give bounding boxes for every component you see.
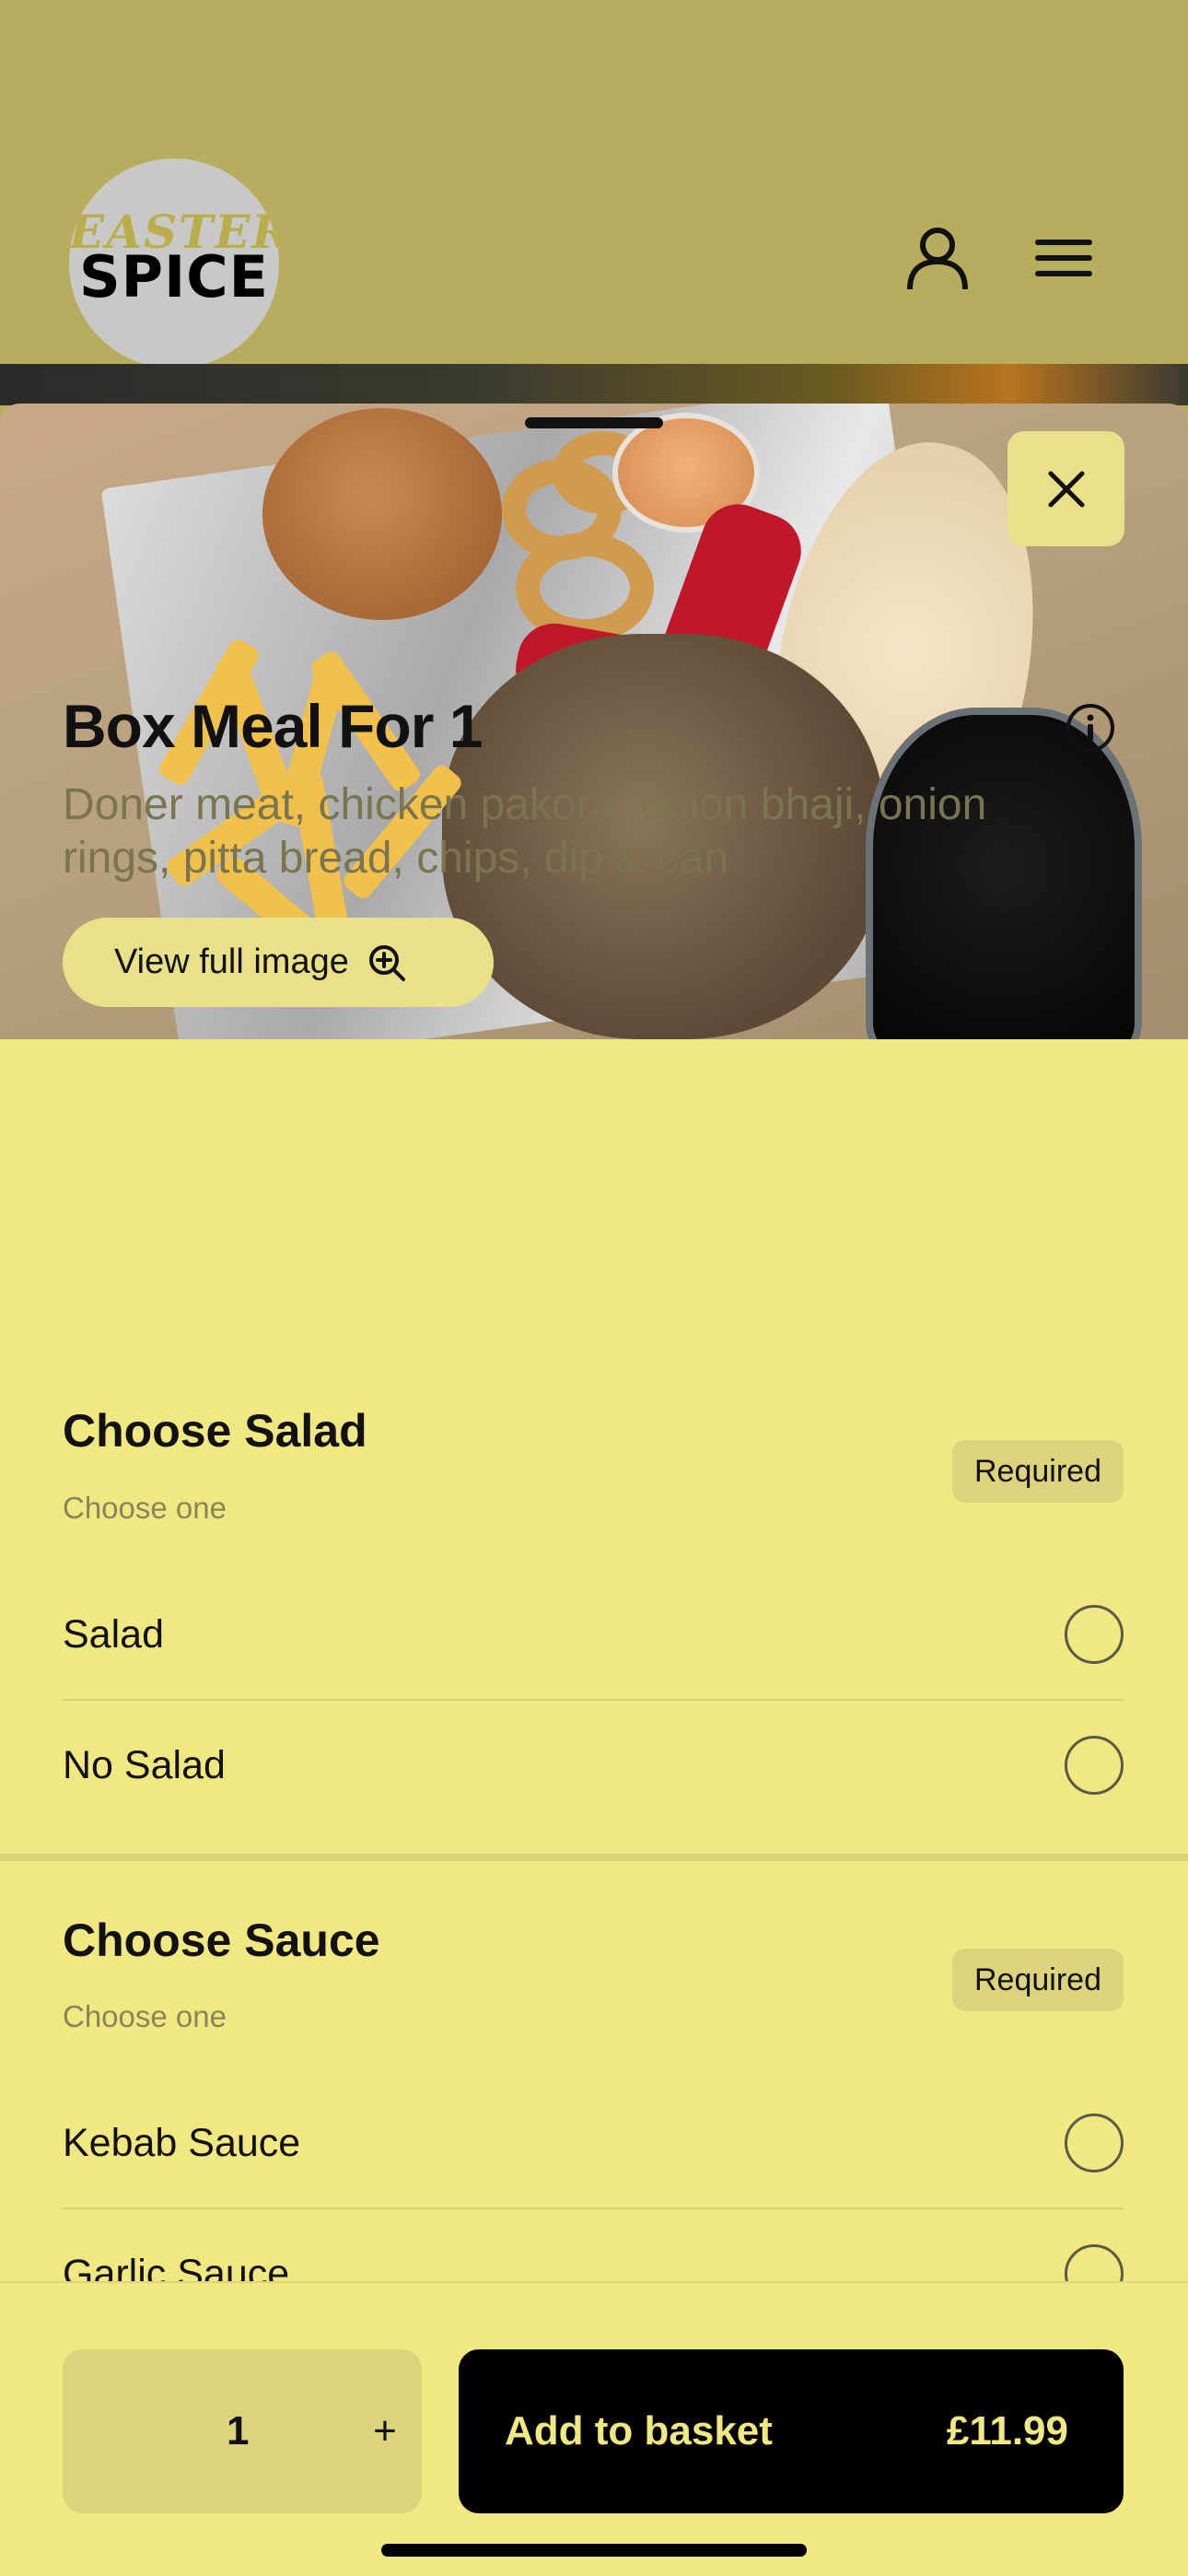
account-button[interactable] xyxy=(901,221,974,295)
quantity-value: 1 xyxy=(227,2408,250,2453)
app-header: EASTERN SPICE xyxy=(0,0,1188,369)
info-icon xyxy=(1066,704,1114,752)
background-banner-image xyxy=(0,364,1188,405)
radio-button[interactable] xyxy=(1065,2113,1124,2172)
sheet-drag-handle[interactable] xyxy=(525,417,663,428)
required-badge: Required xyxy=(952,1440,1124,1503)
view-full-image-label: View full image xyxy=(114,943,349,981)
option-no-salad[interactable]: No Salad xyxy=(63,1701,1124,1830)
option-kebab-sauce[interactable]: Kebab Sauce xyxy=(63,2078,1124,2207)
radio-button[interactable] xyxy=(1065,1736,1124,1795)
item-title: Box Meal For 1 xyxy=(63,692,483,760)
quantity-stepper[interactable]: 1 + xyxy=(63,2349,422,2513)
radio-button[interactable] xyxy=(1065,1605,1124,1664)
section-subtitle-sauce: Choose one xyxy=(63,1999,227,2033)
home-indicator[interactable] xyxy=(381,2544,807,2557)
section-title-sauce: Choose Sauce xyxy=(63,1914,380,1966)
required-badge: Required xyxy=(952,1949,1124,2011)
price-label: £11.99 xyxy=(946,2408,1068,2453)
close-icon xyxy=(1048,471,1084,507)
add-to-basket-button[interactable]: Add to basket £11.99 xyxy=(459,2349,1124,2513)
view-full-image-button[interactable]: View full image xyxy=(63,918,494,1007)
add-to-basket-bar: 1 + Add to basket £11.99 xyxy=(0,2281,1188,2576)
close-button[interactable] xyxy=(1007,431,1124,546)
section-separator xyxy=(0,1854,1188,1861)
item-description: Doner meat, chicken pakora, onion bhaji,… xyxy=(63,780,987,883)
onion-ring xyxy=(516,533,654,643)
option-label: Kebab Sauce xyxy=(63,2120,301,2165)
add-to-basket-label: Add to basket xyxy=(505,2408,773,2453)
option-label: No Salad xyxy=(63,1742,226,1787)
section-title-salad: Choose Salad xyxy=(63,1405,367,1457)
menu-button[interactable] xyxy=(1027,221,1101,295)
option-salad[interactable]: Salad xyxy=(63,1570,1124,1699)
option-label: Salad xyxy=(63,1611,164,1657)
logo-text-spice: SPICE xyxy=(78,243,269,310)
section-subtitle-salad: Choose one xyxy=(63,1491,227,1525)
onion-bhaji xyxy=(262,408,502,620)
hamburger-menu-icon xyxy=(1035,240,1092,276)
zoom-in-icon xyxy=(368,944,405,981)
increment-button[interactable]: + xyxy=(353,2349,417,2513)
person-icon xyxy=(907,228,968,290)
restaurant-logo[interactable]: EASTERN SPICE xyxy=(69,158,279,369)
info-button[interactable] xyxy=(1065,702,1116,754)
